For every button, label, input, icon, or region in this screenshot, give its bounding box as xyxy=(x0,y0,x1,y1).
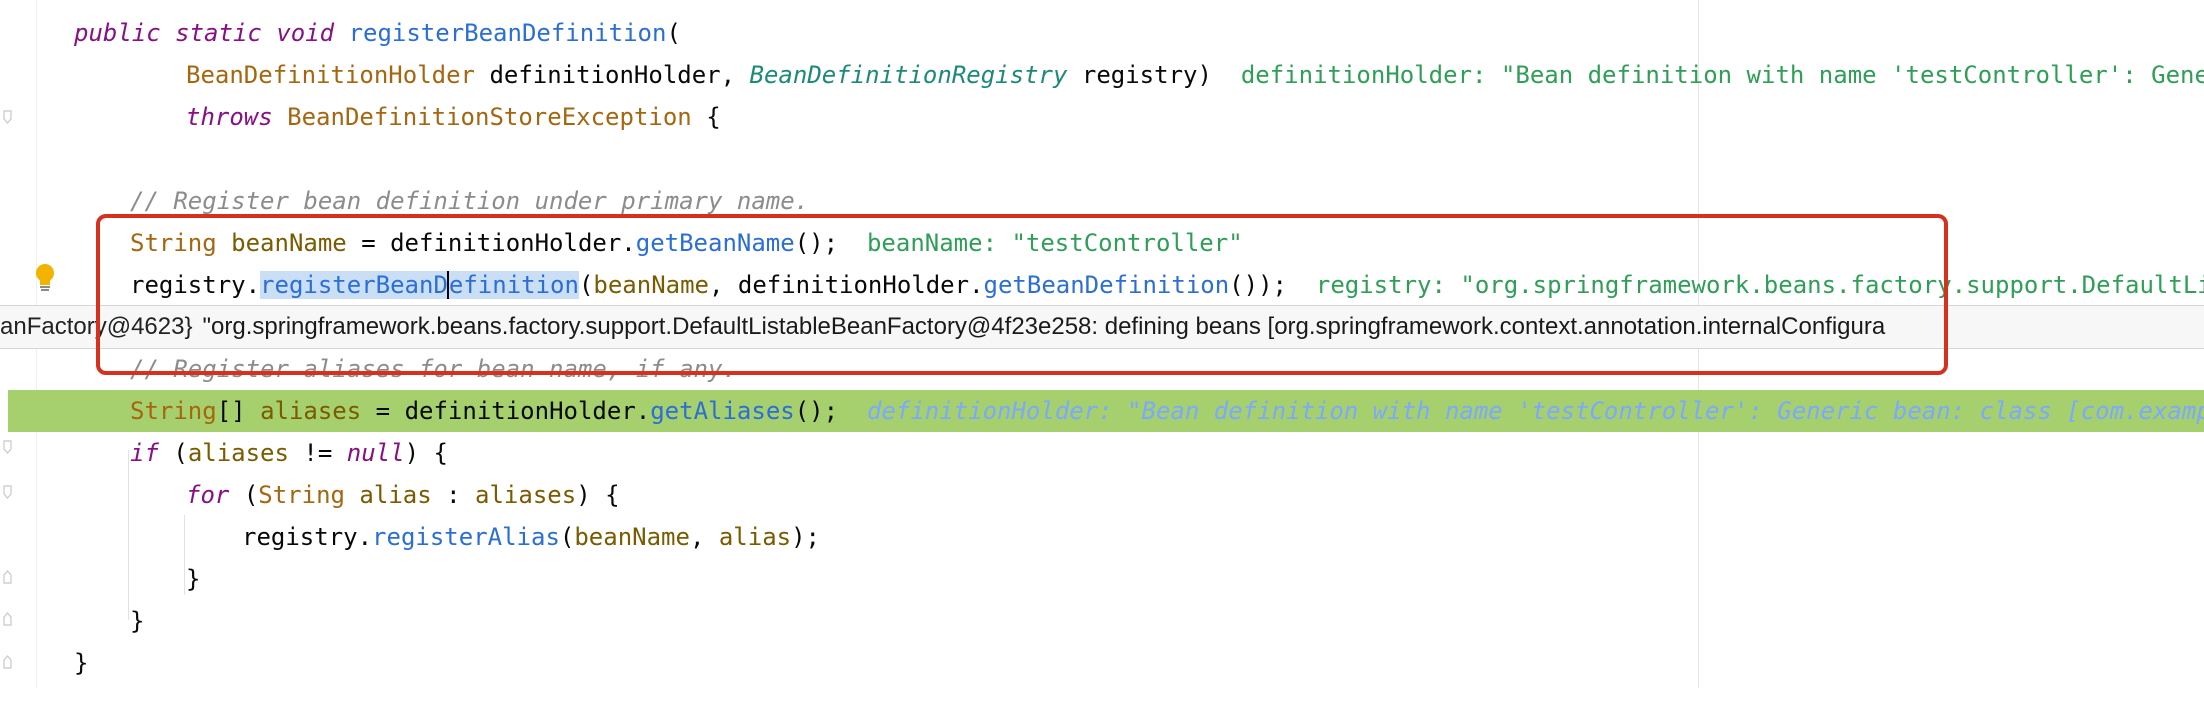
method-call[interactable]: registerAlias xyxy=(372,523,560,551)
operator: : xyxy=(446,481,461,509)
brace: { xyxy=(706,103,721,131)
keyword-for: for xyxy=(186,481,230,509)
var-type[interactable]: String xyxy=(258,481,345,509)
paren: ( xyxy=(243,481,259,509)
code-line-register-alias[interactable]: registry.registerAlias(beanName, alias); xyxy=(0,516,2204,558)
param-name: definitionHolder, xyxy=(489,61,736,89)
closing-brace: } xyxy=(186,565,201,593)
execution-point-line[interactable]: String[] aliases = definitionHolder.getA… xyxy=(8,390,2204,432)
exception-type[interactable]: BeanDefinitionStoreException xyxy=(287,103,692,131)
paren: ( xyxy=(173,439,188,467)
var-name[interactable]: aliases xyxy=(260,397,361,425)
annotation-highlight-box xyxy=(96,214,1948,375)
code-line-brace[interactable]: } xyxy=(0,600,2204,642)
code-line-signature[interactable]: public static void registerBeanDefinitio… xyxy=(0,12,2204,54)
code-line-throws[interactable]: throws BeanDefinitionStoreException { xyxy=(0,96,2204,138)
operator: = xyxy=(375,397,391,425)
method-call[interactable]: getAliases xyxy=(650,397,795,425)
operator: != xyxy=(303,439,333,467)
arg-name[interactable]: beanName xyxy=(574,523,690,551)
param-type[interactable]: BeanDefinitionHolder xyxy=(186,61,475,89)
keyword-throws: throws xyxy=(186,103,273,131)
keyword-void: void xyxy=(276,19,335,47)
var-name[interactable]: aliases xyxy=(188,439,289,467)
collection-name[interactable]: aliases xyxy=(475,481,576,509)
closing-brace: } xyxy=(130,607,145,635)
param-type[interactable]: BeanDefinitionRegistry xyxy=(750,61,1068,89)
keyword-static: static xyxy=(175,19,262,47)
array-brackets: [] xyxy=(216,397,246,425)
code-line-for[interactable]: for (String alias : aliases) { xyxy=(0,474,2204,516)
closing-brace: } xyxy=(74,649,89,677)
code-line-if[interactable]: if (aliases != null) { xyxy=(0,432,2204,474)
paren-brace: ) { xyxy=(404,439,448,467)
arg-separator: , xyxy=(689,523,719,551)
var-name[interactable]: alias xyxy=(359,481,431,509)
inline-debug-value[interactable]: definitionHolder: "Bean definition with … xyxy=(1241,61,2204,89)
code-line-brace[interactable]: } xyxy=(0,642,2204,684)
object-ref: definitionHolder. xyxy=(404,397,651,425)
code-line-params[interactable]: BeanDefinitionHolder definitionHolder, B… xyxy=(0,54,2204,96)
paren: ); xyxy=(791,523,820,551)
call-tail: (); xyxy=(794,397,839,425)
paren: ( xyxy=(559,523,575,551)
code-line-brace[interactable]: } xyxy=(0,558,2204,600)
param-name: registry) xyxy=(1081,61,1212,89)
keyword-public: public xyxy=(74,19,161,47)
inline-debug-value[interactable]: definitionHolder: "Bean definition with … xyxy=(867,397,2204,425)
paren-brace: ) { xyxy=(576,481,620,509)
arg-name[interactable]: alias xyxy=(719,523,791,551)
object-ref: registry. xyxy=(242,523,373,551)
var-type[interactable]: String xyxy=(130,397,217,425)
paren: ( xyxy=(666,19,681,47)
keyword-null: null xyxy=(346,439,405,467)
keyword-if: if xyxy=(130,439,159,467)
method-name[interactable]: registerBeanDefinition xyxy=(349,19,667,47)
